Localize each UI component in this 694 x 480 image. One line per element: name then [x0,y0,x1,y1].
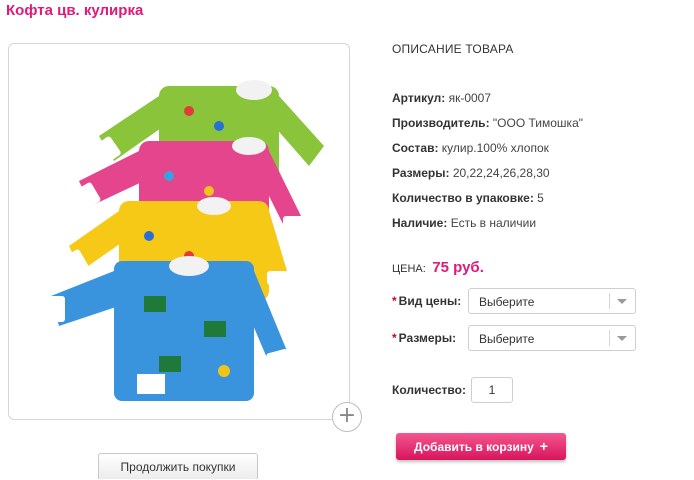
zoom-button[interactable]: + [332,402,362,432]
price-label: ЦЕНА: [392,263,426,275]
prop-value: "ООО Тимошка" [492,116,584,130]
prop-manufacturer: Производитель: "ООО Тимошка" [392,115,583,140]
product-title: Кофта цв. кулирка [6,2,144,19]
select-divider [609,293,610,309]
prop-article: Артикул: як-0007 [392,90,583,115]
add-to-cart-label: Добавить в корзину [414,440,534,454]
prop-label: Состав: [392,141,439,155]
prop-label: Количество в упаковке: [392,191,534,205]
sizes-label: * Размеры: [392,331,456,345]
prop-sizes: Размеры: 20,22,24,26,28,30 [392,165,583,190]
sizes-selected: Выберите [479,332,535,346]
chevron-down-icon [617,336,627,341]
price-type-label: * Вид цены: [392,294,461,308]
prop-value: 5 [537,191,544,205]
prop-label: Артикул: [392,91,446,105]
price-type-label-text: Вид цены: [398,294,462,308]
price-type-select[interactable]: Выберите [468,288,636,314]
prop-value: Есть в наличии [450,216,537,230]
price-value: 75 руб. [432,259,484,276]
prop-label: Размеры: [392,166,450,180]
prop-value: як-0007 [448,91,492,105]
add-to-cart-button[interactable]: Добавить в корзину + [396,433,566,460]
prop-composition: Состав: кулир.100% хлопок [392,140,583,165]
price-type-selected: Выберите [479,295,535,309]
product-properties: Артикул: як-0007 Производитель: "ООО Тим… [392,90,583,240]
prop-availability: Наличие: Есть в наличии [392,215,583,240]
quantity-label: Количество: [392,383,466,397]
prop-label: Наличие: [392,216,448,230]
select-divider [609,330,610,346]
blue-shirt [49,256,290,401]
sizes-label-text: Размеры: [398,331,457,345]
product-photo [49,80,324,401]
sizes-select[interactable]: Выберите [468,325,636,351]
prop-value: кулир.100% хлопок [441,141,549,155]
description-heading: ОПИСАНИЕ ТОВАРА [392,42,514,56]
plus-icon: + [539,438,548,454]
prop-label: Производитель: [392,116,490,130]
price-block: ЦЕНА: 75 руб. [392,259,484,277]
required-mark: * [392,294,397,308]
chevron-down-icon [617,299,627,304]
plus-icon: + [337,403,357,428]
required-mark: * [392,331,397,345]
product-image-frame[interactable] [8,43,350,420]
quantity-input[interactable] [471,377,513,403]
prop-pack-quantity: Количество в упаковке: 5 [392,190,583,215]
prop-value: 20,22,24,26,28,30 [452,166,550,180]
continue-shopping-button[interactable]: Продолжить покупки [98,453,258,479]
